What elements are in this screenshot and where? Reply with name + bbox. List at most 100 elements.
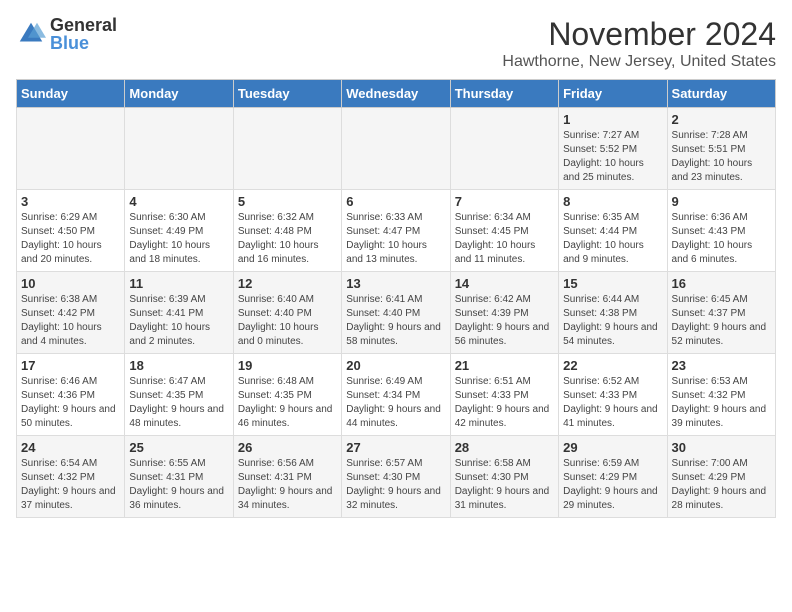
calendar-week-1: 1 Sunrise: 7:27 AM Sunset: 5:52 PM Daylig…	[17, 108, 776, 190]
calendar-cell: 26 Sunrise: 6:56 AM Sunset: 4:31 PM Dayli…	[233, 436, 341, 518]
header-day-wednesday: Wednesday	[342, 80, 450, 108]
header-day-thursday: Thursday	[450, 80, 558, 108]
calendar-cell: 23 Sunrise: 6:53 AM Sunset: 4:32 PM Dayli…	[667, 354, 775, 436]
day-info: Sunrise: 6:56 AM Sunset: 4:31 PM Dayligh…	[238, 457, 337, 513]
day-info: Sunrise: 6:53 AM Sunset: 4:32 PM Dayligh…	[672, 375, 771, 431]
day-info: Sunrise: 6:55 AM Sunset: 4:31 PM Dayligh…	[129, 457, 228, 513]
calendar-cell: 11 Sunrise: 6:39 AM Sunset: 4:41 PM Dayli…	[125, 272, 233, 354]
day-number: 13	[346, 276, 445, 291]
day-number: 5	[238, 194, 337, 209]
day-number: 22	[563, 358, 662, 373]
day-number: 3	[21, 194, 120, 209]
calendar-table: SundayMondayTuesdayWednesdayThursdayFrid…	[16, 79, 776, 518]
day-number: 11	[129, 276, 228, 291]
day-number: 25	[129, 440, 228, 455]
calendar-cell	[17, 108, 125, 190]
calendar-cell: 7Sunrise: 6:34 AM Sunset: 4:45 PM Daylig…	[450, 190, 558, 272]
day-number: 15	[563, 276, 662, 291]
day-number: 14	[455, 276, 554, 291]
logo-text: General Blue	[50, 16, 117, 52]
header-day-saturday: Saturday	[667, 80, 775, 108]
calendar-cell: 22 Sunrise: 6:52 AM Sunset: 4:33 PM Dayli…	[559, 354, 667, 436]
header-day-monday: Monday	[125, 80, 233, 108]
day-info: Sunrise: 6:49 AM Sunset: 4:34 PM Dayligh…	[346, 375, 445, 431]
calendar-cell: 21 Sunrise: 6:51 AM Sunset: 4:33 PM Dayli…	[450, 354, 558, 436]
day-number: 20	[346, 358, 445, 373]
calendar-cell	[450, 108, 558, 190]
day-number: 7	[455, 194, 554, 209]
calendar-cell: 3Sunrise: 6:29 AM Sunset: 4:50 PM Daylig…	[17, 190, 125, 272]
calendar-cell: 29 Sunrise: 6:59 AM Sunset: 4:29 PM Dayli…	[559, 436, 667, 518]
day-info: Sunrise: 6:52 AM Sunset: 4:33 PM Dayligh…	[563, 375, 662, 431]
day-number: 28	[455, 440, 554, 455]
calendar-cell: 16 Sunrise: 6:45 AM Sunset: 4:37 PM Dayli…	[667, 272, 775, 354]
day-number: 24	[21, 440, 120, 455]
calendar-cell: 18Sunrise: 6:47 AM Sunset: 4:35 PM Dayli…	[125, 354, 233, 436]
calendar-cell: 1 Sunrise: 7:27 AM Sunset: 5:52 PM Daylig…	[559, 108, 667, 190]
day-info: Sunrise: 6:46 AM Sunset: 4:36 PM Dayligh…	[21, 375, 120, 431]
calendar-week-3: 10 Sunrise: 6:38 AM Sunset: 4:42 PM Dayli…	[17, 272, 776, 354]
header-day-tuesday: Tuesday	[233, 80, 341, 108]
calendar-cell: 12 Sunrise: 6:40 AM Sunset: 4:40 PM Dayli…	[233, 272, 341, 354]
day-info: Sunrise: 6:32 AM Sunset: 4:48 PM Dayligh…	[238, 211, 337, 267]
calendar-cell: 28 Sunrise: 6:58 AM Sunset: 4:30 PM Dayli…	[450, 436, 558, 518]
day-number: 1	[563, 112, 662, 127]
calendar-cell	[233, 108, 341, 190]
header-day-sunday: Sunday	[17, 80, 125, 108]
day-info: Sunrise: 6:33 AM Sunset: 4:47 PM Dayligh…	[346, 211, 445, 267]
day-number: 4	[129, 194, 228, 209]
day-info: Sunrise: 6:44 AM Sunset: 4:38 PM Dayligh…	[563, 293, 662, 349]
calendar-cell: 27 Sunrise: 6:57 AM Sunset: 4:30 PM Dayli…	[342, 436, 450, 518]
day-number: 2	[672, 112, 771, 127]
day-info: Sunrise: 6:51 AM Sunset: 4:33 PM Dayligh…	[455, 375, 554, 431]
day-info: Sunrise: 6:45 AM Sunset: 4:37 PM Dayligh…	[672, 293, 771, 349]
day-number: 21	[455, 358, 554, 373]
day-info: Sunrise: 6:41 AM Sunset: 4:40 PM Dayligh…	[346, 293, 445, 349]
calendar-cell: 4Sunrise: 6:30 AM Sunset: 4:49 PM Daylig…	[125, 190, 233, 272]
day-number: 19	[238, 358, 337, 373]
calendar-week-2: 3Sunrise: 6:29 AM Sunset: 4:50 PM Daylig…	[17, 190, 776, 272]
header-day-friday: Friday	[559, 80, 667, 108]
calendar-cell: 13 Sunrise: 6:41 AM Sunset: 4:40 PM Dayli…	[342, 272, 450, 354]
calendar-week-4: 17 Sunrise: 6:46 AM Sunset: 4:36 PM Dayli…	[17, 354, 776, 436]
calendar-cell: 20 Sunrise: 6:49 AM Sunset: 4:34 PM Dayli…	[342, 354, 450, 436]
day-number: 23	[672, 358, 771, 373]
calendar-cell: 30 Sunrise: 7:00 AM Sunset: 4:29 PM Dayli…	[667, 436, 775, 518]
day-info: Sunrise: 6:57 AM Sunset: 4:30 PM Dayligh…	[346, 457, 445, 513]
day-info: Sunrise: 7:27 AM Sunset: 5:52 PM Dayligh…	[563, 129, 662, 185]
calendar-cell: 8 Sunrise: 6:35 AM Sunset: 4:44 PM Daylig…	[559, 190, 667, 272]
calendar-cell: 6Sunrise: 6:33 AM Sunset: 4:47 PM Daylig…	[342, 190, 450, 272]
day-number: 26	[238, 440, 337, 455]
logo-general: General	[50, 16, 117, 34]
logo-icon	[16, 19, 46, 49]
day-number: 29	[563, 440, 662, 455]
day-info: Sunrise: 6:58 AM Sunset: 4:30 PM Dayligh…	[455, 457, 554, 513]
calendar-cell	[125, 108, 233, 190]
calendar-header-row: SundayMondayTuesdayWednesdayThursdayFrid…	[17, 80, 776, 108]
day-number: 9	[672, 194, 771, 209]
day-info: Sunrise: 6:54 AM Sunset: 4:32 PM Dayligh…	[21, 457, 120, 513]
day-info: Sunrise: 6:48 AM Sunset: 4:35 PM Dayligh…	[238, 375, 337, 431]
day-number: 27	[346, 440, 445, 455]
day-number: 10	[21, 276, 120, 291]
day-number: 16	[672, 276, 771, 291]
day-info: Sunrise: 6:40 AM Sunset: 4:40 PM Dayligh…	[238, 293, 337, 349]
day-info: Sunrise: 6:59 AM Sunset: 4:29 PM Dayligh…	[563, 457, 662, 513]
day-number: 18	[129, 358, 228, 373]
calendar-cell: 24 Sunrise: 6:54 AM Sunset: 4:32 PM Dayli…	[17, 436, 125, 518]
day-info: Sunrise: 7:00 AM Sunset: 4:29 PM Dayligh…	[672, 457, 771, 513]
calendar-cell: 25 Sunrise: 6:55 AM Sunset: 4:31 PM Dayli…	[125, 436, 233, 518]
calendar-week-5: 24 Sunrise: 6:54 AM Sunset: 4:32 PM Dayli…	[17, 436, 776, 518]
day-info: Sunrise: 7:28 AM Sunset: 5:51 PM Dayligh…	[672, 129, 771, 185]
day-number: 17	[21, 358, 120, 373]
day-number: 12	[238, 276, 337, 291]
day-info: Sunrise: 6:35 AM Sunset: 4:44 PM Dayligh…	[563, 211, 662, 267]
calendar-cell: 15 Sunrise: 6:44 AM Sunset: 4:38 PM Dayli…	[559, 272, 667, 354]
title-area: November 2024 Hawthorne, New Jersey, Uni…	[502, 16, 776, 71]
day-info: Sunrise: 6:38 AM Sunset: 4:42 PM Dayligh…	[21, 293, 120, 349]
day-number: 30	[672, 440, 771, 455]
calendar-cell: 2 Sunrise: 7:28 AM Sunset: 5:51 PM Daylig…	[667, 108, 775, 190]
day-info: Sunrise: 6:39 AM Sunset: 4:41 PM Dayligh…	[129, 293, 228, 349]
calendar-cell: 19 Sunrise: 6:48 AM Sunset: 4:35 PM Dayli…	[233, 354, 341, 436]
day-number: 8	[563, 194, 662, 209]
